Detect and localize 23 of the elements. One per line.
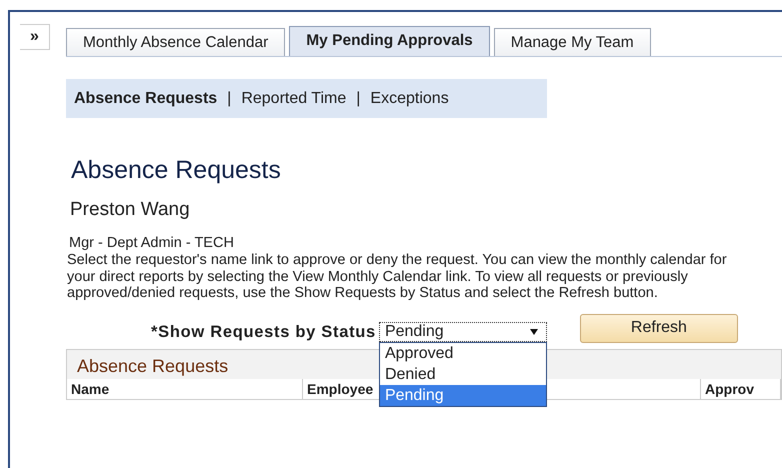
subnav-link[interactable]: Exceptions xyxy=(370,90,449,108)
table-title: Absence Requests xyxy=(77,356,228,376)
instructions-text: Select the requestor's name link to approve or deny the request. You can view the monthly calendar for your direct reports by selecting the View Monthly Calendar link. To view all requests or previously approved/denied requests, use the Show Requests by Status and select the Refresh button. xyxy=(67,252,728,302)
subnav-link[interactable]: Reported Time xyxy=(241,90,346,108)
caret-icon xyxy=(530,329,538,335)
subnav-link[interactable]: Absence Requests xyxy=(74,90,218,108)
status-label: *Show Requests by Status xyxy=(151,322,376,342)
dropdown-option[interactable]: Pending xyxy=(380,385,546,406)
status-dropdown[interactable]: Pending xyxy=(378,322,547,342)
separator: | xyxy=(356,90,360,108)
tab[interactable]: Monthly Absence Calendar xyxy=(66,28,286,56)
tab[interactable]: Manage My Team xyxy=(494,28,651,56)
column-header: Approv xyxy=(701,378,781,398)
dropdown-option[interactable]: Denied xyxy=(380,364,546,385)
employee-name: Preston Wang xyxy=(70,199,191,221)
page-title: Absence Requests xyxy=(71,156,282,185)
tab[interactable]: My Pending Approvals xyxy=(289,26,490,56)
separator: | xyxy=(227,90,232,108)
expand-button[interactable]: » xyxy=(20,24,50,50)
refresh-button[interactable]: Refresh xyxy=(580,314,738,342)
role-text: Mgr - Dept Admin - TECH xyxy=(69,235,235,251)
dropdown-option[interactable]: Approved xyxy=(380,343,546,364)
column-header: Name xyxy=(67,378,303,398)
